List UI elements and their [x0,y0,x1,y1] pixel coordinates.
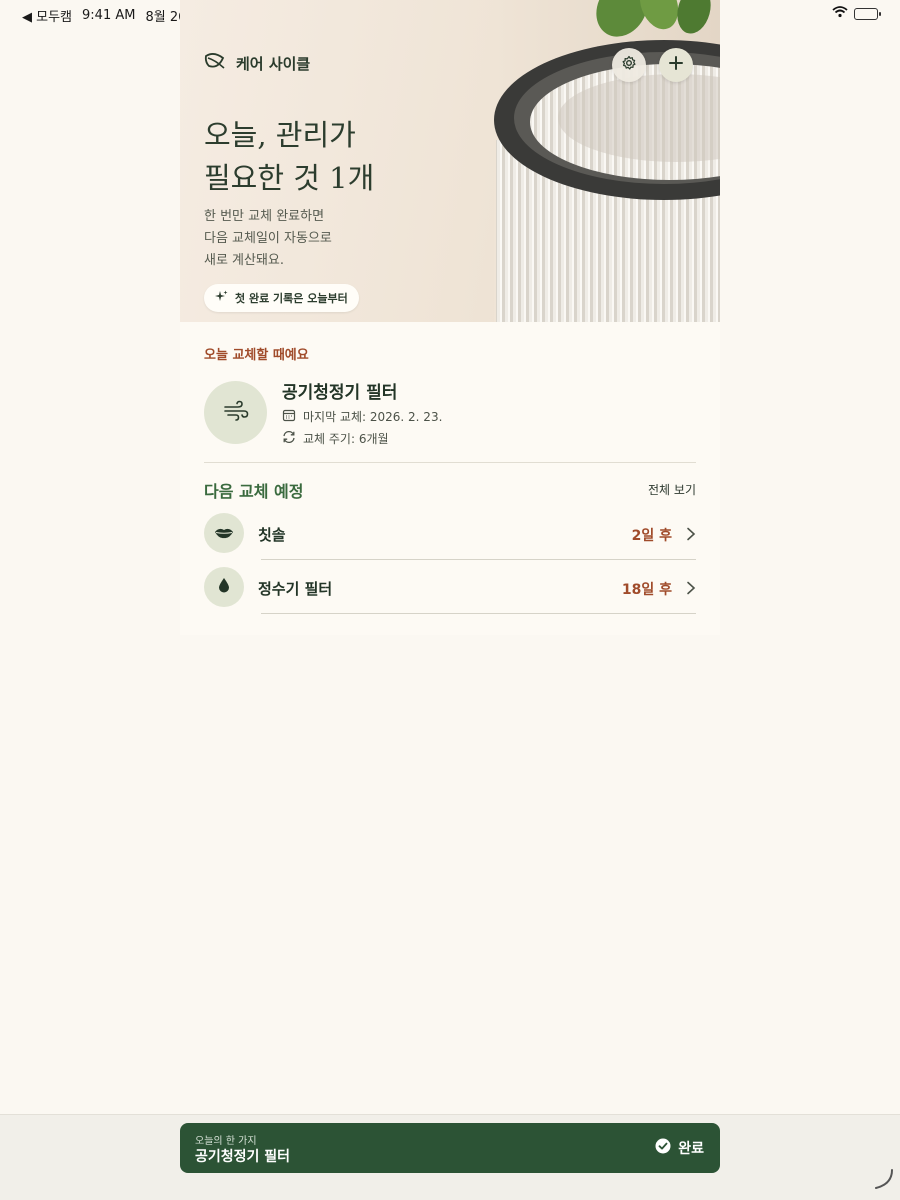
last-replaced-meta: 마지막 교체: 2026. 2. 23. [282,408,442,425]
sparkle-icon [215,290,228,306]
cycle-text: 교체 주기: 6개월 [303,432,389,446]
lips-icon [214,524,234,543]
hero-title-line2: 필요한 것 1개 [204,161,375,195]
chevron-right-icon [686,580,696,599]
done-button[interactable]: 완료 [655,1138,704,1158]
hero-title-line1: 오늘, 관리가 [204,118,356,152]
back-to-app-link[interactable]: ◀ 모두캠 [22,6,72,25]
chip-label: 첫 완료 기록은 오늘부터 [235,292,348,305]
item-avatar [204,513,244,553]
wifi-icon [832,6,848,22]
add-button[interactable] [659,48,693,82]
action-subtitle: 오늘의 한 가지 [195,1136,257,1147]
leaf-icon [204,52,226,74]
upcoming-item-toothbrush[interactable]: 칫솔 2일 후 [204,513,696,567]
air-filter-illustration [494,0,720,322]
status-time: 9:41 AM [82,8,136,23]
brand: 케어 사이클 [204,52,310,74]
battery-icon [854,8,881,20]
hero-banner: 케어 사이클 오늘, 관리가 필요한 것 1개 한 번만 교체 완료하면 다음 … [180,0,720,322]
plus-icon [668,55,684,75]
hero-desc-line2: 다음 교체일이 자동으로 [204,231,332,246]
hero-desc-line3: 새로 계산돼요. [204,253,285,268]
first-record-chip: 첫 완료 기록은 오늘부터 [204,284,359,312]
hero-title: 오늘, 관리가 필요한 것 1개 [204,114,374,200]
section-divider [204,462,696,463]
upcoming-item-due: 2일 후 [631,528,672,544]
today-action-bar[interactable]: 오늘의 한 가지 공기청정기 필터 완료 [180,1123,720,1173]
scroll-indicator-icon [872,1168,896,1196]
last-replaced-text: 마지막 교체: 2026. 2. 23. [303,410,443,424]
upcoming-item-name: 칫솔 [258,526,286,544]
gear-icon [621,55,637,75]
refresh-icon [282,430,296,447]
settings-button[interactable] [612,48,646,82]
today-item-name[interactable]: 공기청정기 필터 [282,378,397,403]
row-divider [261,559,696,560]
hero-desc-line1: 한 번만 교체 완료하면 [204,209,325,224]
upcoming-item-water-filter[interactable]: 정수기 필터 18일 후 [204,567,696,621]
upcoming-item-due: 18일 후 [621,582,672,598]
chevron-right-icon [686,526,696,545]
brand-name: 케어 사이클 [236,54,311,73]
see-all-link[interactable]: 전체 보기 [648,481,696,498]
item-avatar [204,567,244,607]
main-card: 케어 사이클 오늘, 관리가 필요한 것 1개 한 번만 교체 완료하면 다음 … [180,0,720,635]
today-section-label: 오늘 교체할 때예요 [204,348,309,363]
today-item-avatar [204,381,267,444]
action-item-name: 공기청정기 필터 [195,1149,291,1165]
wind-icon [223,400,249,426]
check-circle-icon [655,1138,671,1158]
hero-description: 한 번만 교체 완료하면 다음 교체일이 자동으로 새로 계산돼요. [204,206,332,272]
upcoming-section-title: 다음 교체 예정 [204,482,304,501]
done-label: 완료 [678,1141,704,1157]
row-divider [261,613,696,614]
cycle-meta: 교체 주기: 6개월 [282,430,389,447]
water-drop-icon [218,577,230,597]
calendar-icon [282,408,296,425]
upcoming-item-name: 정수기 필터 [258,580,333,598]
